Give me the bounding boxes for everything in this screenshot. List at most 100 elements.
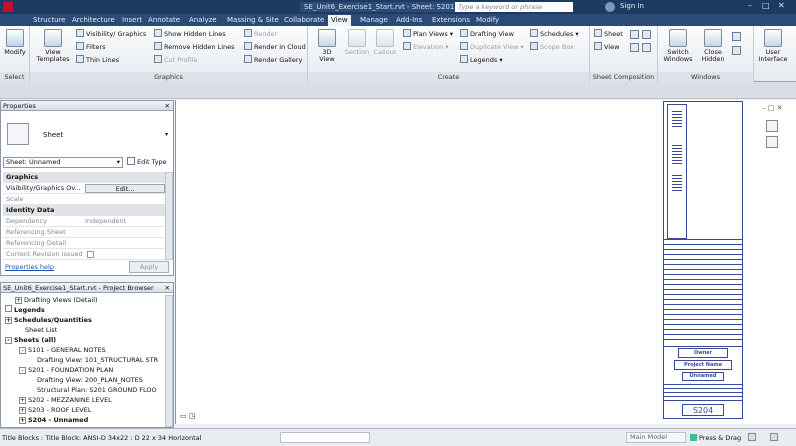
3d-view-icon xyxy=(318,29,336,47)
duplicate-view-button[interactable]: Duplicate View ▾ xyxy=(460,42,524,53)
tab-view[interactable]: View xyxy=(328,15,351,26)
edit-type-icon xyxy=(127,157,135,165)
show-hidden-icon xyxy=(154,29,162,37)
tab-structure[interactable]: Structure xyxy=(30,15,69,26)
tree-item[interactable]: + S203 - ROOF LEVEL xyxy=(19,405,91,415)
3d-view-button[interactable]: 3D View xyxy=(314,29,340,63)
render-in-cloud-button[interactable]: Render in Cloud xyxy=(244,42,306,53)
thin-lines-button[interactable]: Thin Lines xyxy=(76,55,119,66)
design-option-select[interactable]: Main Model xyxy=(626,432,686,443)
tab-extensions[interactable]: Extensions xyxy=(429,15,473,26)
section-button[interactable]: Section xyxy=(344,29,370,56)
close-hidden-button[interactable]: Close Hidden xyxy=(698,29,728,63)
tab-architecture[interactable]: Architecture xyxy=(69,15,118,26)
view-controls[interactable]: ▭ ◳ xyxy=(180,412,195,420)
view-close-icons[interactable]: – □ ✕ xyxy=(762,104,782,112)
select-group: Modify Select xyxy=(0,26,30,82)
type-dropdown-icon[interactable]: ▾ xyxy=(165,131,168,138)
browser-scrollbar[interactable] xyxy=(165,295,173,427)
selection-icon[interactable] xyxy=(770,433,778,441)
search-input[interactable]: Type a keyword or phrase xyxy=(455,2,573,12)
close-icon[interactable]: ✕ xyxy=(165,283,170,293)
tree-item[interactable]: Legends xyxy=(5,305,45,315)
param-row: Graphics xyxy=(3,172,165,183)
maximize-icon[interactable]: □ xyxy=(762,1,770,10)
app-logo-icon[interactable] xyxy=(3,2,13,12)
press-drag-icon xyxy=(690,434,697,441)
render-button[interactable]: Render xyxy=(244,29,277,40)
modify-button[interactable]: Modify xyxy=(2,29,28,56)
drafting-view-button[interactable]: Drafting View xyxy=(460,29,514,40)
tree-item[interactable]: - S201 - FOUNDATION PLAN xyxy=(19,365,113,375)
schedules-button[interactable]: Schedules ▾ xyxy=(530,29,579,40)
properties-palette: Properties ✕ Sheet ▾ Sheet: Unnamed ▾ Edit… xyxy=(0,100,174,276)
matchline-icon[interactable] xyxy=(642,43,651,52)
show-hidden-lines-button[interactable]: Show Hidden Lines xyxy=(154,29,226,40)
workset-box[interactable] xyxy=(280,432,370,443)
elevation-button[interactable]: Elevation ▾ xyxy=(403,42,449,53)
place-view-button[interactable]: View xyxy=(594,42,619,53)
properties-scrollbar[interactable] xyxy=(165,172,173,260)
windows-group: Switch Windows Close Hidden Windows xyxy=(658,26,754,82)
press-drag-toggle[interactable]: Press & Drag xyxy=(690,434,741,442)
legends-button[interactable]: Legends ▾ xyxy=(460,55,503,66)
remove-hidden-lines-button[interactable]: Remove Hidden Lines xyxy=(154,42,235,53)
tree-item[interactable]: - S101 - GENERAL NOTES xyxy=(19,345,106,355)
tab-modify[interactable]: Modify xyxy=(473,15,502,26)
status-bar: Title Blocks : Title Block: ANSI-D 34x22… xyxy=(0,428,796,446)
tree-item[interactable]: Drafting View: 101_STRUCTURAL STR xyxy=(37,355,158,365)
tree-item[interactable]: + S202 - MEZZANINE LEVEL xyxy=(19,395,112,405)
edit-visibility-button[interactable]: Edit... xyxy=(85,184,165,193)
view-templates-button[interactable]: View Templates xyxy=(34,29,72,63)
cascade-icon[interactable] xyxy=(732,46,741,55)
tree-item[interactable]: Drafting View: 200_PLAN_NOTES xyxy=(37,375,143,385)
title-block-icon[interactable] xyxy=(630,30,639,39)
cursor-icon xyxy=(6,29,24,47)
sign-in-link[interactable]: Sign In xyxy=(620,2,644,10)
plan-views-button[interactable]: Plan Views ▾ xyxy=(403,29,453,40)
callout-button[interactable]: Callout xyxy=(372,29,398,56)
tree-item[interactable]: Sheet List xyxy=(25,325,57,335)
sheet-title-block[interactable]: Owner Project Name Unnamed S204 xyxy=(663,101,743,419)
filter-icon[interactable] xyxy=(748,433,756,441)
tree-item[interactable]: Structural Plan: S201 GROUND FLOO xyxy=(37,385,157,395)
tree-item[interactable]: + Schedules/Quantities xyxy=(5,315,92,325)
tree-item[interactable]: + Drafting Views (Detail) xyxy=(15,295,98,305)
properties-help-link[interactable]: Properties help xyxy=(5,263,54,271)
plan-views-icon xyxy=(403,29,411,37)
scope-box-button[interactable]: Scope Box xyxy=(530,42,574,53)
minimize-icon[interactable]: – xyxy=(748,1,752,10)
revisions-icon[interactable] xyxy=(642,30,651,39)
visibility-graphics-button[interactable]: Visibility/ Graphics xyxy=(76,29,146,40)
gallery-icon xyxy=(244,55,252,63)
tab-annotate[interactable]: Annotate xyxy=(145,15,183,26)
project-name-label: Project Name xyxy=(674,360,732,370)
window-title: SE_Unit6_Exercise1_Start.rvt - Sheet: S2… xyxy=(300,2,466,12)
cut-profile-button[interactable]: Cut Profile xyxy=(154,55,197,66)
apply-button[interactable]: Apply xyxy=(129,261,169,273)
zoom-icon[interactable] xyxy=(766,136,778,148)
instance-selector[interactable]: Sheet: Unnamed ▾ xyxy=(3,157,123,168)
close-icon[interactable]: ✕ xyxy=(165,101,170,111)
tab-add-ins[interactable]: Add-Ins xyxy=(393,15,425,26)
tab-manage[interactable]: Manage xyxy=(357,15,391,26)
guide-grid-icon[interactable] xyxy=(630,43,639,52)
param-row: Dependency Independent xyxy=(3,216,165,227)
sheet-button[interactable]: Sheet xyxy=(594,29,623,40)
steering-wheel-icon[interactable] xyxy=(766,120,778,132)
checkbox[interactable] xyxy=(87,251,94,258)
tree-item[interactable]: + S204 - Unnamed xyxy=(19,415,88,425)
replicate-icon[interactable] xyxy=(732,32,741,41)
filters-button[interactable]: Filters xyxy=(76,42,105,53)
tab-insert[interactable]: Insert xyxy=(119,15,145,26)
tree-item[interactable]: - Sheets (all) xyxy=(5,335,56,345)
render-gallery-button[interactable]: Render Gallery xyxy=(244,55,302,66)
close-icon[interactable]: ✕ xyxy=(778,1,785,10)
tab-collaborate[interactable]: Collaborate xyxy=(281,15,327,26)
legends-icon xyxy=(460,55,468,63)
tab-massing-site[interactable]: Massing & Site xyxy=(224,15,282,26)
tab-analyze[interactable]: Analyze xyxy=(186,15,220,26)
edit-type-button[interactable]: Edit Type xyxy=(127,157,167,168)
user-interface-button[interactable]: User Interface xyxy=(756,29,790,63)
switch-windows-button[interactable]: Switch Windows xyxy=(662,29,694,63)
